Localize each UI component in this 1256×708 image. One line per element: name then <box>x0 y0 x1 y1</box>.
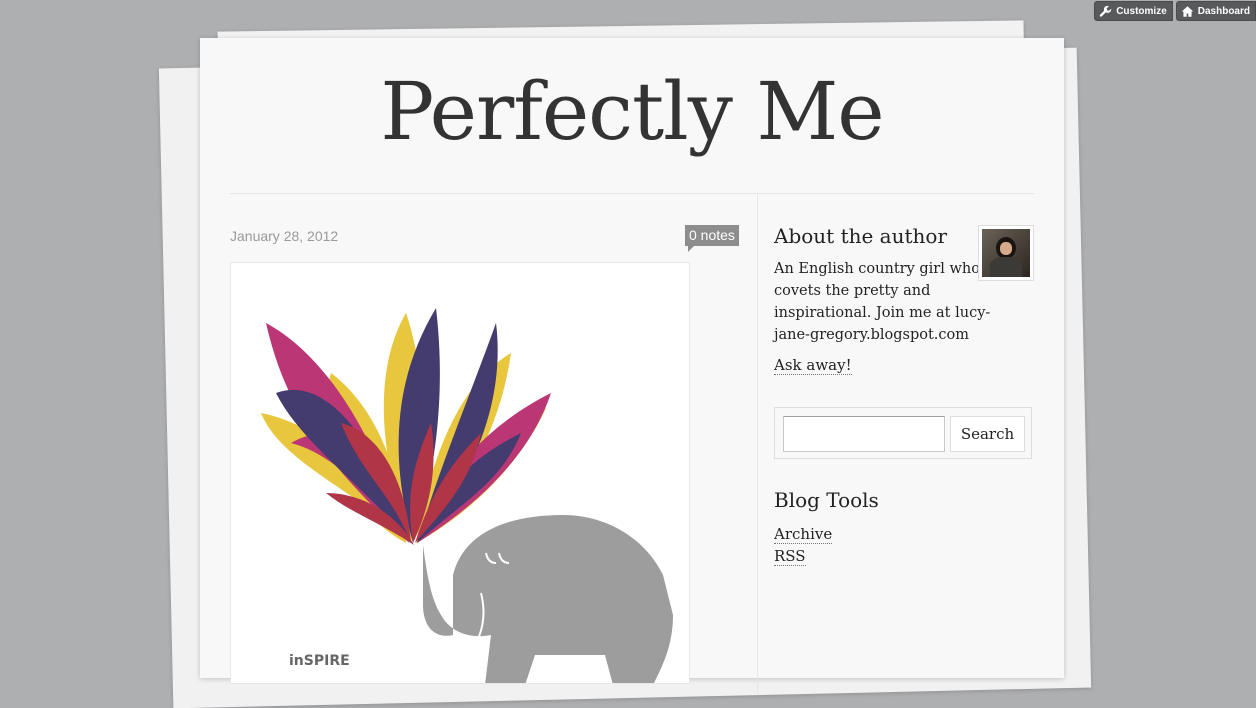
header-divider <box>230 193 1034 194</box>
author-photo <box>982 229 1030 277</box>
search-box: Search <box>774 407 1032 459</box>
inspire-logo: inSPIRE <box>289 653 350 669</box>
notes-badge[interactable]: 0 notes <box>685 225 739 252</box>
avatar[interactable] <box>978 225 1034 281</box>
home-icon <box>1181 5 1193 17</box>
blog-tools-list: Archive RSS <box>774 523 833 567</box>
customize-label: Customize <box>1116 5 1167 17</box>
rss-link[interactable]: RSS <box>774 547 806 566</box>
sidebar: About the author An English country girl… <box>774 224 1034 566</box>
ask-link[interactable]: Ask away! <box>774 356 852 375</box>
dashboard-button[interactable]: Dashboard <box>1175 1 1256 21</box>
post-date[interactable]: January 28, 2012 <box>230 228 338 244</box>
customize-button[interactable]: Customize <box>1094 1 1173 21</box>
search-button[interactable]: Search <box>950 416 1025 452</box>
blog-page: Perfectly Me January 28, 2012 0 notes in… <box>200 38 1064 694</box>
blog-title[interactable]: Perfectly Me <box>200 72 1064 152</box>
tumblr-controls: Customize Dashboard <box>1094 1 1256 21</box>
blog-tools-title: Blog Tools <box>774 488 879 512</box>
search-input[interactable] <box>783 416 945 452</box>
wrench-icon <box>1100 5 1112 17</box>
column-divider <box>757 194 758 694</box>
archive-link[interactable]: Archive <box>774 525 833 544</box>
inspire-elephant-illustration: inSPIRE <box>261 308 673 683</box>
dashboard-label: Dashboard <box>1197 5 1250 17</box>
post-photo[interactable]: inSPIRE <box>230 262 690 684</box>
